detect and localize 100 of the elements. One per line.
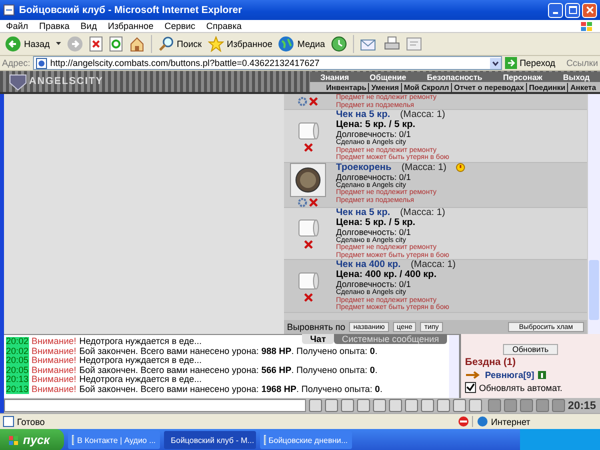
user-name[interactable]: Ревнюга[9] — [485, 370, 534, 380]
emblem-icon — [8, 72, 28, 90]
delete-icon[interactable] — [309, 198, 318, 206]
menu-item[interactable]: Вид — [80, 21, 97, 31]
arrow-icon[interactable] — [465, 370, 481, 380]
chat-message: Недотрога нуждается в еде... — [79, 356, 202, 366]
refresh-icon[interactable] — [108, 36, 123, 52]
links-label[interactable]: Ссылки — [566, 58, 598, 68]
zone-text: Интернет — [491, 416, 530, 426]
refresh-button[interactable]: Обновить — [503, 344, 558, 355]
delete-icon[interactable] — [304, 142, 312, 152]
scroll-icon — [296, 270, 320, 292]
window-title: Бойцовский клуб - Microsoft Internet Explorer — [19, 4, 242, 16]
close-icon — [586, 6, 594, 14]
taskbar-button[interactable]: В Контакте | Аудио ... — [68, 431, 160, 449]
chat-message: Недотрога нуждается в еде... — [79, 337, 202, 346]
nav-link[interactable]: Знания — [320, 72, 350, 82]
info-icon[interactable] — [456, 163, 466, 172]
warning-label: Внимание! — [32, 384, 76, 394]
tool-icon[interactable] — [372, 399, 386, 412]
item-mass: (Масса: 1) — [400, 110, 446, 120]
item-price: Цена: 5 кр. / 5 кр. — [336, 120, 416, 130]
item-name[interactable]: Чек на 5 кр. — [336, 110, 390, 120]
edit-icon[interactable] — [406, 36, 422, 52]
tool-icon[interactable] — [420, 399, 434, 412]
tool-icon[interactable] — [552, 399, 565, 412]
tool-icon[interactable] — [452, 399, 466, 412]
chat-tab[interactable]: Чат — [302, 334, 334, 344]
item-mass: (Масса: 1) — [400, 208, 446, 218]
tool-icon[interactable] — [324, 399, 338, 412]
delete-icon[interactable] — [304, 292, 312, 302]
taskbar-button[interactable]: Бойцовский клуб - M... — [164, 431, 256, 449]
scrollbar[interactable] — [449, 335, 459, 398]
go-arrow-icon — [504, 57, 517, 69]
warning-label: Внимание! — [32, 356, 76, 366]
chat-input[interactable] — [4, 399, 306, 412]
delete-icon[interactable] — [304, 240, 312, 250]
go-button[interactable]: Переход — [504, 57, 556, 69]
item-durability: Долговечность: 0/1 — [336, 280, 412, 289]
scrollbar[interactable] — [587, 94, 600, 334]
tool-icon[interactable] — [504, 399, 517, 412]
tool-icon[interactable] — [356, 399, 370, 412]
blocked-icon — [458, 416, 469, 427]
warning-label: Внимание! — [32, 375, 76, 384]
nav-link[interactable]: Безопасность — [426, 72, 482, 82]
tool-icon[interactable] — [388, 399, 402, 412]
tool-icon[interactable] — [404, 399, 418, 412]
search-button[interactable]: Поиск — [158, 36, 202, 52]
tool-icon[interactable] — [436, 399, 450, 412]
stop-icon[interactable] — [88, 36, 103, 52]
tool-icon[interactable] — [488, 399, 501, 412]
favorites-button[interactable]: Избранное — [208, 36, 272, 52]
maximize-button[interactable] — [565, 2, 580, 18]
game-logo: ANGELSCITY — [29, 76, 104, 87]
maximize-icon — [568, 6, 576, 14]
nav-link[interactable]: Общение — [370, 72, 406, 82]
search-icon — [158, 36, 174, 52]
home-icon[interactable] — [128, 36, 145, 52]
media-button[interactable]: Медиа — [278, 36, 326, 52]
item-durability: Долговечность: 0/1 — [336, 228, 411, 236]
gear-icon[interactable] — [298, 198, 307, 206]
tool-icon[interactable] — [308, 399, 322, 412]
message-time: 20:13 — [6, 375, 29, 384]
back-button[interactable]: Назад — [5, 36, 50, 52]
item-name[interactable]: Троекорень — [336, 162, 392, 172]
minimize-button[interactable] — [548, 2, 563, 18]
menu-item[interactable]: Сервис — [164, 21, 196, 31]
checkbox[interactable] — [465, 382, 476, 393]
nav-link[interactable]: Персонаж — [502, 72, 542, 82]
item-price: Цена: 400 кр. / 400 кр. — [336, 270, 438, 280]
menu-item[interactable]: Избранное — [108, 21, 154, 31]
tool-icon[interactable] — [536, 399, 549, 412]
gear-icon[interactable] — [298, 97, 307, 106]
item-name[interactable]: Чек на 5 кр. — [336, 208, 390, 218]
chat-message: Бой закончен. Всего вами нанесено урона: 1968 HP. Получено опыта: 0. — [79, 384, 382, 394]
sort-label: Выровнять по — [287, 322, 346, 332]
menu-item[interactable]: Файл — [6, 21, 28, 31]
item-mass: (Масса: 1) — [410, 260, 456, 270]
item-name[interactable]: Чек на 400 кр. — [336, 260, 401, 270]
scroll-icon — [296, 217, 320, 240]
star-icon — [208, 36, 224, 52]
menu-item[interactable]: Правка — [39, 21, 70, 31]
delete-icon[interactable] — [309, 97, 318, 106]
tool-icon[interactable] — [520, 399, 533, 412]
page-icon — [3, 4, 15, 16]
address-field[interactable]: http://angelscity.combats.com/buttons.pl?battle=0.43622132417627 — [33, 56, 502, 70]
info-icon[interactable] — [538, 371, 546, 379]
tool-icon[interactable] — [340, 399, 354, 412]
item-mass: (Масса: 1) — [401, 162, 446, 172]
history-icon[interactable] — [331, 36, 348, 52]
message-time: 20:02 — [6, 337, 29, 346]
tool-icon[interactable] — [468, 399, 482, 412]
nav-link[interactable]: Выход — [562, 72, 590, 82]
address-label: Адрес: — [2, 58, 30, 68]
item-durability: Долговечность: 0/1 — [336, 172, 411, 182]
taskbar-button[interactable]: Бойцовские дневни... — [260, 431, 352, 449]
menu-item[interactable]: Справка — [206, 21, 242, 31]
dropdown-caret-icon[interactable] — [56, 42, 61, 46]
close-button[interactable] — [582, 2, 597, 18]
printer-icon[interactable] — [384, 36, 400, 52]
